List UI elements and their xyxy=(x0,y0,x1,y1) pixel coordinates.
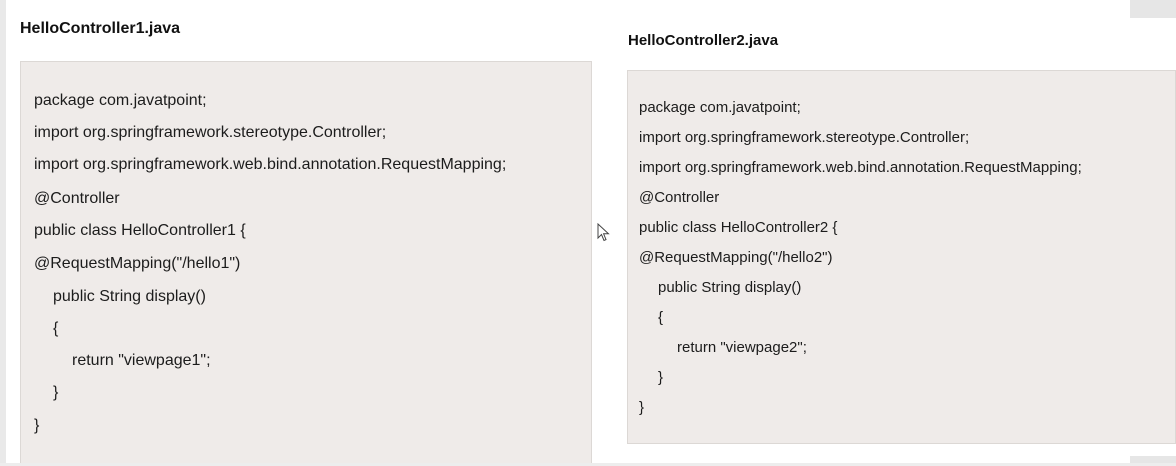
panel1-filename-heading: HelloController1.java xyxy=(20,20,181,37)
code-line: { xyxy=(658,309,664,326)
code-line: } xyxy=(658,369,664,386)
code-line: public String display() xyxy=(658,279,802,296)
code-line: @RequestMapping("/hello2") xyxy=(639,249,833,266)
code-line: import org.springframework.web.bind.anno… xyxy=(34,156,507,173)
panel2-filename-heading: HelloController2.java xyxy=(628,32,779,49)
code-line: return "viewpage2"; xyxy=(677,339,807,356)
left-edge-strip xyxy=(0,0,6,466)
mouse-pointer-icon xyxy=(597,222,611,243)
code-line: package com.javatpoint; xyxy=(639,99,801,116)
panel1-code-block: package com.javatpoint; import org.sprin… xyxy=(20,61,592,466)
code-line: @RequestMapping("/hello1") xyxy=(34,255,241,272)
code-line: public class HelloController1 { xyxy=(34,222,246,239)
code-line: } xyxy=(34,417,40,434)
code-line: import org.springframework.stereotype.Co… xyxy=(34,124,387,141)
code-line: public class HelloController2 { xyxy=(639,219,838,236)
code-line: { xyxy=(53,320,59,337)
code-line: import org.springframework.stereotype.Co… xyxy=(639,129,970,146)
code-line: } xyxy=(639,399,645,416)
code-line: @Controller xyxy=(639,189,720,206)
code-line: public String display() xyxy=(53,288,206,305)
code-line: @Controller xyxy=(34,190,120,207)
code-line: package com.javatpoint; xyxy=(34,92,207,109)
panel2-code-block: package com.javatpoint; import org.sprin… xyxy=(627,70,1176,444)
code-line: } xyxy=(53,384,59,401)
right-edge-strip-top xyxy=(1130,0,1176,18)
code-line: return "viewpage1"; xyxy=(72,352,211,369)
code-line: import org.springframework.web.bind.anno… xyxy=(639,159,1082,176)
